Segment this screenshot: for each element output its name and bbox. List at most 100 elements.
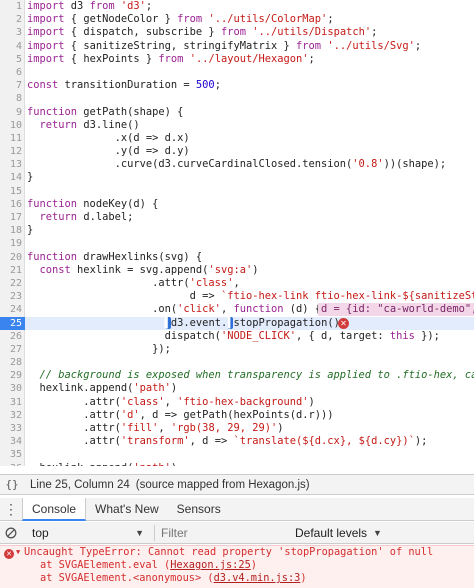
code-line[interactable]: 33 .attr('fill', 'rgb(38, 29, 29)') — [0, 422, 474, 435]
code-line[interactable]: 19 — [0, 237, 474, 250]
editor-status-bar: {} Line 25, Column 24 (source mapped fro… — [0, 474, 474, 495]
cursor-position: Line 25, Column 24 — [30, 478, 130, 491]
line-number[interactable]: 25 — [0, 316, 25, 330]
inline-variable-value[interactable]: d = {id: "ca-world-demo", n — [318, 303, 474, 317]
line-number[interactable]: 30 — [0, 382, 22, 395]
code-text: .attr('fill', 'rgb(38, 29, 29)') — [27, 422, 284, 434]
code-line[interactable]: 10 return d3.line() — [0, 119, 474, 132]
source-link[interactable]: d3.v4.min.js:3 — [214, 572, 301, 584]
console-error-message[interactable]: ✕ ▼ Uncaught TypeError: Cannot read prop… — [0, 546, 474, 559]
tab-whats-new[interactable]: What's New — [86, 498, 168, 520]
line-number[interactable]: 18 — [0, 224, 22, 237]
code-line[interactable]: 34 .attr('transform', d => `translate(${… — [0, 435, 474, 448]
code-line[interactable]: 22 .attr('class', — [0, 277, 474, 290]
line-number[interactable]: 34 — [0, 435, 22, 448]
line-number[interactable]: 13 — [0, 158, 22, 171]
collapse-triangle-icon[interactable]: ▼ — [16, 546, 20, 559]
line-number[interactable]: 36 — [0, 462, 22, 466]
chevron-down-icon: ▼ — [373, 527, 382, 538]
code-line[interactable]: 25 ▌d3.event.▌stopPropagation(); ✕ — [0, 316, 474, 330]
code-line[interactable]: 2 import { getNodeColor } from '../utils/… — [0, 13, 474, 26]
line-number[interactable]: 7 — [0, 79, 22, 92]
code-line[interactable]: 5 import { hexPoints } from '../layout/He… — [0, 53, 474, 66]
line-number[interactable]: 28 — [0, 356, 22, 369]
line-number[interactable]: 23 — [0, 290, 22, 303]
code-line[interactable]: 8 — [0, 92, 474, 105]
code-line[interactable]: 11 .x(d => d.x) — [0, 132, 474, 145]
line-number[interactable]: 1 — [0, 0, 22, 13]
line-number[interactable]: 15 — [0, 185, 22, 198]
console-output: ✕ ▼ Uncaught TypeError: Cannot read prop… — [0, 545, 474, 588]
tab-sensors[interactable]: Sensors — [168, 498, 230, 520]
code-line[interactable]: 21 const hexlink = svg.append('svg:a') — [0, 264, 474, 277]
line-number[interactable]: 12 — [0, 145, 22, 158]
code-text: const transitionDuration = 500; — [27, 79, 221, 92]
code-line[interactable]: 24 .on('click', function (d) {d = {id: "… — [0, 303, 474, 317]
line-number[interactable]: 17 — [0, 211, 22, 224]
code-line[interactable]: 27 }); — [0, 343, 474, 356]
line-number[interactable]: 16 — [0, 198, 22, 211]
kebab-menu-icon[interactable]: ⋮ — [0, 498, 22, 520]
code-line[interactable]: 32 .attr('d', d => getPath(hexPoints(d.r… — [0, 409, 474, 422]
code-line[interactable]: 3 import { dispatch, subscribe } from '..… — [0, 26, 474, 39]
line-number[interactable]: 8 — [0, 92, 22, 105]
log-levels-dropdown[interactable]: Default levels ▼ — [295, 526, 382, 540]
log-levels-label: Default levels — [295, 525, 368, 540]
line-number[interactable]: 29 — [0, 369, 22, 382]
line-number[interactable]: 26 — [0, 330, 22, 343]
line-number[interactable]: 11 — [0, 132, 22, 145]
tab-console[interactable]: Console — [22, 498, 87, 521]
code-text: .x(d => d.x) — [27, 131, 190, 144]
code-line[interactable]: 30 hexlink.append('path') — [0, 382, 474, 395]
code-line[interactable]: 15 — [0, 185, 474, 198]
stack-frame: at SVGAElement.<anonymous> (d3.v4.min.js… — [0, 572, 474, 585]
code-line[interactable]: 31 .attr('class', 'ftio-hex-background') — [0, 396, 474, 409]
code-line[interactable]: 6 — [0, 66, 474, 79]
code-line[interactable]: 18} — [0, 224, 474, 237]
line-number[interactable]: 4 — [0, 40, 22, 53]
code-editor[interactable]: 1 import d3 from 'd3'; 2 import { getNodeCo… — [0, 0, 474, 466]
line-number[interactable]: 10 — [0, 119, 22, 132]
line-number[interactable]: 19 — [0, 237, 22, 250]
line-number[interactable]: 32 — [0, 409, 22, 422]
code-line[interactable]: 4 import { sanitizeString, stringifyMatri… — [0, 40, 474, 53]
line-number[interactable]: 33 — [0, 422, 22, 435]
line-number[interactable]: 35 — [0, 448, 22, 461]
code-line[interactable]: 9 function getPath(shape) { — [0, 106, 474, 119]
context-selector[interactable]: top ▼ — [32, 526, 150, 540]
pretty-print-icon[interactable]: {} — [0, 478, 24, 491]
line-number[interactable]: 24 — [0, 303, 22, 316]
code-line[interactable]: 14} — [0, 171, 474, 184]
code-line[interactable]: 16 function nodeKey(d) { — [0, 198, 474, 211]
line-number[interactable]: 20 — [0, 251, 22, 264]
code-line[interactable]: 36 hexlink.append('path') — [0, 462, 474, 466]
code-text: ▌d3.event.▌stopPropagation(); — [164, 316, 347, 329]
code-line[interactable]: 23 d => `ftio-hex-link ftio-hex-link-${s… — [0, 290, 474, 303]
line-number[interactable]: 5 — [0, 53, 22, 66]
code-line[interactable]: 12 .y(d => d.y) — [0, 145, 474, 158]
code-line[interactable]: 1 import d3 from 'd3'; — [0, 0, 474, 13]
code-line[interactable]: 29 // background is exposed when transpa… — [0, 369, 474, 382]
line-number[interactable]: 21 — [0, 264, 22, 277]
toolbar-divider — [154, 524, 155, 541]
error-badge-icon[interactable]: ✕ — [338, 317, 349, 329]
line-number[interactable]: 27 — [0, 343, 22, 356]
code-line[interactable]: 13 .curve(d3.curveCardinalClosed.tension… — [0, 158, 474, 171]
line-number[interactable]: 6 — [0, 66, 22, 79]
line-number[interactable]: 14 — [0, 171, 22, 184]
source-link[interactable]: Hexagon.js:25 — [170, 559, 251, 571]
line-number[interactable]: 22 — [0, 277, 22, 290]
code-line[interactable]: 7 const transitionDuration = 500; — [0, 79, 474, 92]
line-number[interactable]: 31 — [0, 396, 22, 409]
filter-input[interactable] — [159, 524, 289, 541]
code-lines: 1 import d3 from 'd3'; 2 import { getNodeCo… — [0, 0, 474, 466]
line-number[interactable]: 9 — [0, 106, 22, 119]
clear-console-icon[interactable] — [0, 527, 22, 539]
line-number[interactable]: 3 — [0, 26, 22, 39]
code-line[interactable]: 20 function drawHexlinks(svg) { — [0, 251, 474, 264]
code-line[interactable]: 28 — [0, 356, 474, 369]
code-line[interactable]: 17 return d.label; — [0, 211, 474, 224]
code-line[interactable]: 35 — [0, 448, 474, 461]
code-line[interactable]: 26 dispatch('NODE_CLICK', { d, target: t… — [0, 330, 474, 343]
line-number[interactable]: 2 — [0, 13, 22, 26]
